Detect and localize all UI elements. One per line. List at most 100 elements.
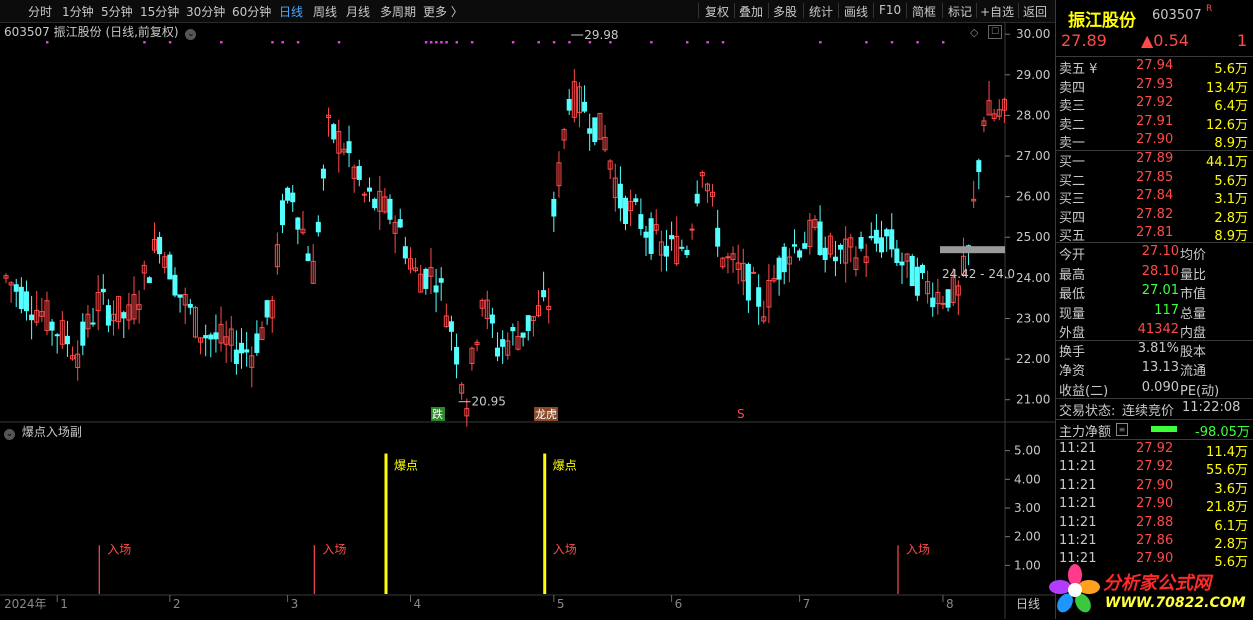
period-tab-15min[interactable]: 15分钟 xyxy=(140,3,179,20)
s-marker-label: S xyxy=(737,407,745,421)
tick-row[interactable]: 11:21 27.92 11.4万 xyxy=(1056,440,1253,460)
price-tick-label: 22.00 xyxy=(1016,352,1050,366)
month-label: 4 xyxy=(413,597,421,611)
candle-body xyxy=(423,268,429,289)
period-tab-30min[interactable]: 30分钟 xyxy=(186,3,225,20)
bid-row[interactable]: 买五 27.81 8.9万 xyxy=(1056,224,1253,244)
candle-body xyxy=(367,187,373,192)
simple-frame-button[interactable]: 简框 xyxy=(912,3,936,20)
candle-body xyxy=(541,290,547,298)
ask-row[interactable]: 卖三 27.92 6.4万 xyxy=(1056,94,1253,115)
price-range-label: 24.42 - 24.0 xyxy=(942,267,1015,281)
kline-chart[interactable]: 入场 入场 入场 入场爆点 爆点 30.0029.0028.0027.0026.0025… xyxy=(0,22,1055,619)
back-button[interactable]: 返回 xyxy=(1023,3,1047,20)
entry-signal-label: 入场 xyxy=(553,542,577,556)
indicator-chevron-icon[interactable]: ⌄ xyxy=(4,429,15,440)
candle-body xyxy=(105,305,111,326)
tick-row[interactable]: 11:21 27.92 55.6万 xyxy=(1056,458,1253,478)
bid-row[interactable]: 买四 27.82 2.8万 xyxy=(1056,206,1253,226)
ask-label: 卖四 xyxy=(1059,80,1086,96)
candle-body xyxy=(914,266,920,296)
signal-dot xyxy=(337,41,341,44)
period-tab-weekly[interactable]: 周线 xyxy=(313,3,337,20)
list-icon[interactable]: ≡ xyxy=(1116,423,1128,436)
candle-body xyxy=(454,346,460,365)
candle-body xyxy=(525,315,531,331)
stat-value: 27.01 xyxy=(1141,283,1179,299)
tick-row[interactable]: 11:21 27.90 21.8万 xyxy=(1056,495,1253,515)
bid-row[interactable]: 买一 27.89 44.1万 xyxy=(1056,150,1253,170)
diamond-icon[interactable]: ◇ xyxy=(970,26,978,39)
adjust-button[interactable]: 复权 xyxy=(705,3,729,20)
stat-row[interactable]: 换手 3.81% 股本 xyxy=(1056,340,1253,360)
chevron-down-icon[interactable]: ⌄ xyxy=(185,29,197,40)
stat-label: 净资 xyxy=(1059,364,1086,380)
scroll-button[interactable]: ☐ xyxy=(988,25,1002,39)
stat-row[interactable]: 现量 117 总量 xyxy=(1056,302,1253,322)
candle-body xyxy=(356,166,362,180)
f10-button[interactable]: F10 xyxy=(879,3,901,17)
candle-body xyxy=(254,333,260,353)
ask-row[interactable]: 卖一 27.90 8.9万 xyxy=(1056,131,1253,151)
quote-header: 振江股份 603507 R 27.89 ▲0.54 1 xyxy=(1056,0,1253,57)
price-change: ▲0.54 xyxy=(1141,31,1189,50)
candle-body xyxy=(802,243,808,249)
candle-body xyxy=(54,334,60,337)
ask-price: 27.91 xyxy=(1136,113,1174,129)
stat-row[interactable]: 外盘 41342 内盘 xyxy=(1056,321,1253,341)
ask-price: 27.93 xyxy=(1136,76,1174,92)
stat-row[interactable]: 最高 28.10 量比 xyxy=(1056,263,1253,283)
multi-stock-button[interactable]: 多股 xyxy=(773,3,797,20)
mark-button[interactable]: 标记 xyxy=(948,3,972,20)
main-flow-row[interactable]: 主力净额 ≡ -98.05万 xyxy=(1056,420,1253,440)
candle-body xyxy=(402,246,408,259)
tick-volume: 6.1万 xyxy=(1214,518,1248,534)
candle-body xyxy=(49,321,55,331)
stat-label-secondary: PE(动) xyxy=(1180,383,1220,399)
add-watchlist-button[interactable]: +自选 xyxy=(980,3,1014,20)
period-tab-1min[interactable]: 1分钟 xyxy=(62,3,94,20)
signal-dot xyxy=(721,41,725,44)
period-tab-5min[interactable]: 5分钟 xyxy=(101,3,133,20)
signal-dot xyxy=(296,41,300,44)
stat-label: 今开 xyxy=(1059,248,1086,263)
candle-body xyxy=(233,349,239,364)
overlay-button[interactable]: 叠加 xyxy=(739,3,763,20)
stat-row[interactable]: 最低 27.01 市值 xyxy=(1056,282,1253,302)
draw-line-button[interactable]: 画线 xyxy=(844,3,868,20)
period-tab-60min[interactable]: 60分钟 xyxy=(232,3,271,20)
period-tab-daily[interactable]: 日线 xyxy=(279,3,303,20)
tick-row[interactable]: 11:21 27.90 3.6万 xyxy=(1056,477,1253,497)
candle-body xyxy=(239,342,245,354)
period-tab-fenshi[interactable]: 分时 xyxy=(28,3,52,20)
stat-row[interactable]: 净资 13.13 流通 xyxy=(1056,359,1253,380)
ask-label: 卖三 xyxy=(1059,99,1086,115)
candle-body xyxy=(694,193,700,204)
period-tab-multi[interactable]: 多周期 xyxy=(380,3,416,20)
candle-body xyxy=(817,221,823,256)
stats-button[interactable]: 统计 xyxy=(809,3,833,20)
watermark-name: 分析家公式网 xyxy=(1103,573,1211,594)
signal-dot xyxy=(511,41,515,44)
stat-row[interactable]: 今开 27.10 均价 xyxy=(1056,243,1253,263)
indicator-tick-label: 1.00 xyxy=(1014,558,1041,572)
tick-row[interactable]: 11:21 27.88 6.1万 xyxy=(1056,514,1253,534)
period-label[interactable]: 日线 xyxy=(1016,597,1040,611)
candle-body xyxy=(90,322,96,325)
ask-row[interactable]: 卖四 27.93 13.4万 xyxy=(1056,76,1253,96)
stat-row[interactable]: 收益(二) 0.090 PE(动) xyxy=(1056,379,1253,399)
boom-signal-label: 爆点 xyxy=(394,459,418,473)
bid-row[interactable]: 买三 27.84 3.1万 xyxy=(1056,187,1253,207)
candle-body xyxy=(438,278,444,283)
signal-dot xyxy=(916,41,919,44)
ask-row[interactable]: 卖二 27.91 12.6万 xyxy=(1056,113,1253,133)
tick-row[interactable]: 11:21 27.86 2.8万 xyxy=(1056,532,1253,552)
ask-row[interactable]: 卖五 ¥ 27.94 5.6万 xyxy=(1056,57,1253,77)
period-tab-monthly[interactable]: 月线 xyxy=(346,3,370,20)
candle-body xyxy=(203,335,209,339)
flow-bar xyxy=(1151,426,1177,432)
period-tab-more[interactable]: 更多 〉 xyxy=(423,3,463,20)
candle-body xyxy=(157,236,163,255)
bid-row[interactable]: 买二 27.85 5.6万 xyxy=(1056,169,1253,189)
tick-price: 27.92 xyxy=(1136,441,1174,456)
